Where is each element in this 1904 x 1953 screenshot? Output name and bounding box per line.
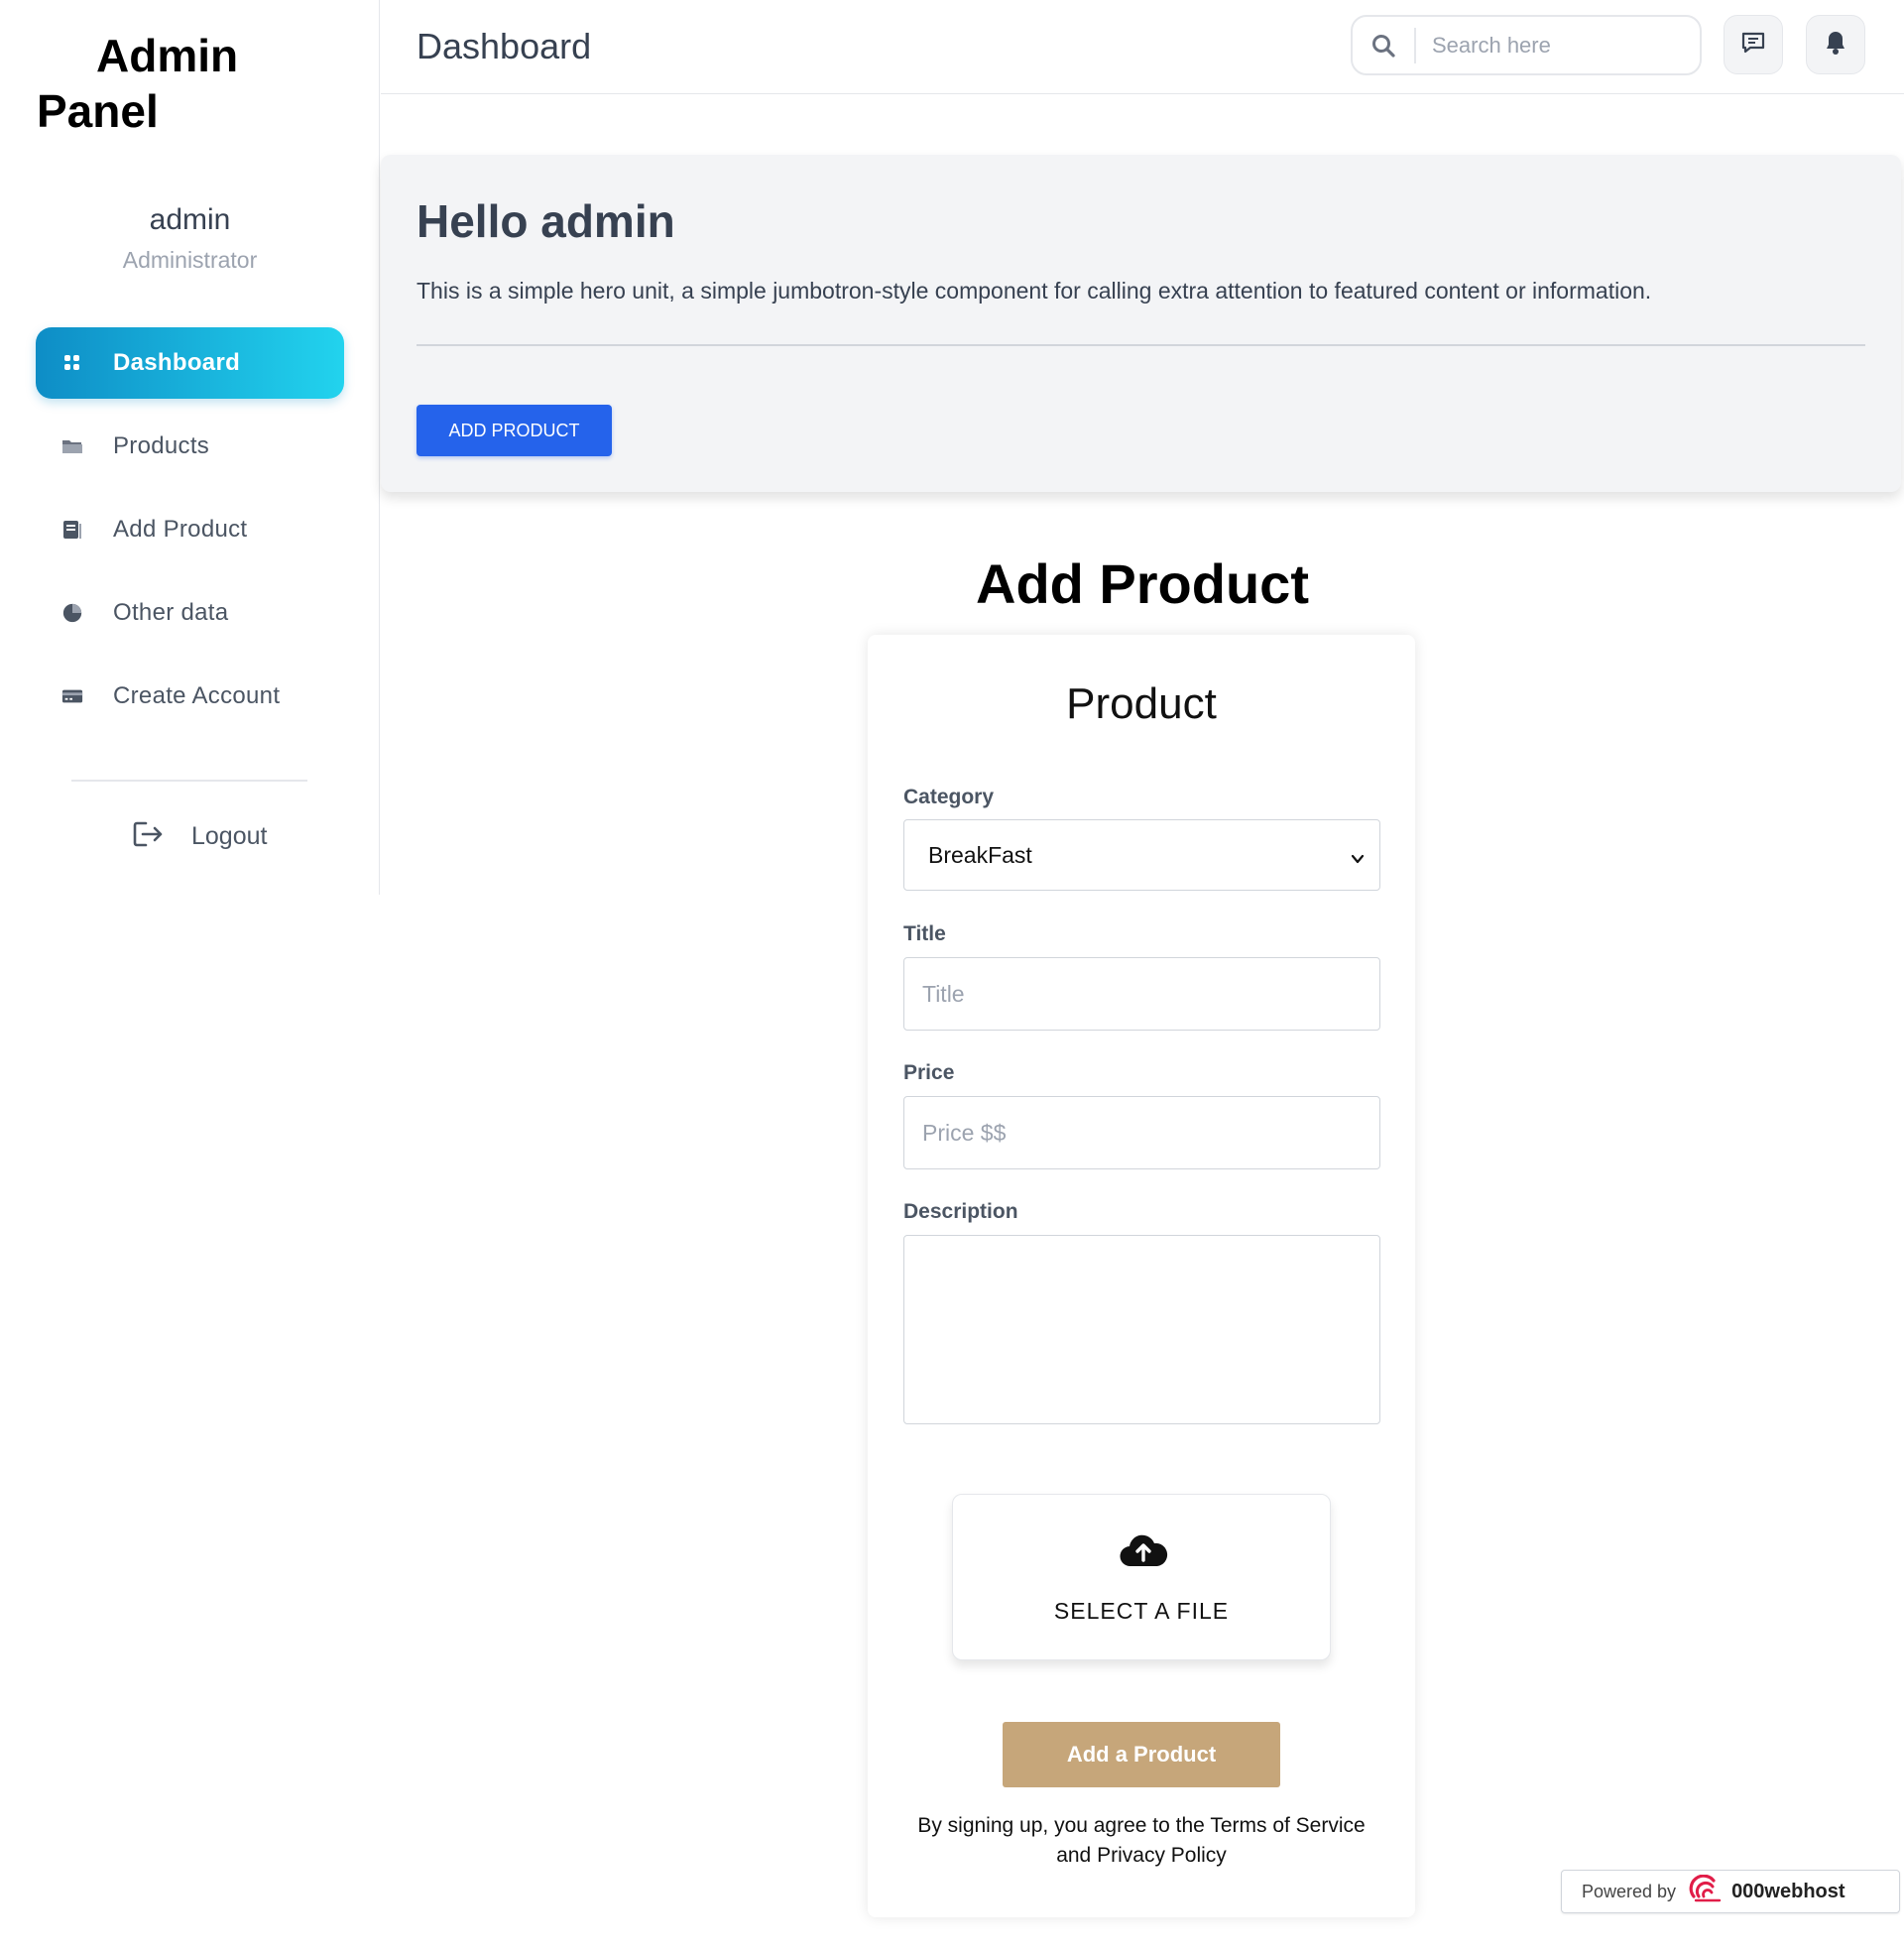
credit-card-icon: [61, 685, 83, 707]
user-role: Administrator: [122, 247, 258, 273]
submit-product-button[interactable]: Add a Product: [1003, 1722, 1280, 1787]
terms-text: By signing up, you agree to the Terms of…: [897, 1811, 1385, 1871]
cloud-upload-icon: [1119, 1532, 1168, 1573]
sidebar-item-label: Add Product: [113, 516, 248, 543]
user-name: admin: [149, 203, 231, 236]
price-label: Price: [903, 1061, 955, 1084]
brand-line-2: Panel: [37, 85, 159, 137]
category-label: Category: [903, 786, 995, 808]
messages-button[interactable]: [1724, 15, 1783, 74]
sidebar-item-label: Create Account: [113, 682, 281, 709]
terms-and: and: [1056, 1844, 1092, 1867]
sidebar-item-create-account[interactable]: Create Account: [36, 661, 344, 732]
webhost-brand: 000webhost: [1731, 1880, 1845, 1902]
hero-divider: [416, 344, 1865, 346]
sidebar-item-label: Dashboard: [113, 349, 241, 376]
brand-title: Admin Panel: [37, 28, 238, 139]
product-form-card: Product Category BreakFast Title Price D…: [868, 635, 1415, 1917]
sidebar-divider: [71, 780, 307, 782]
grid-icon: [61, 352, 83, 374]
logout-icon: [132, 819, 164, 854]
sidebar-item-label: Other data: [113, 599, 229, 626]
powered-by-label: Powered by: [1582, 1881, 1677, 1901]
bell-icon: [1824, 30, 1847, 61]
notifications-button[interactable]: [1806, 15, 1865, 74]
sidebar-item-dashboard[interactable]: Dashboard: [36, 327, 344, 399]
add-product-button[interactable]: ADD PRODUCT: [416, 405, 612, 456]
brand-line-1: Admin: [96, 30, 239, 81]
user-profile: admin Administrator: [0, 203, 380, 274]
upload-label: SELECT A FILE: [1053, 1598, 1230, 1624]
sidebar: Admin Panel admin Administrator Dashboar…: [0, 0, 380, 895]
sidebar-item-add-product[interactable]: Add Product: [36, 494, 344, 565]
sidebar-item-products[interactable]: Products: [36, 411, 344, 482]
logout-label: Logout: [191, 822, 268, 850]
document-icon: [61, 519, 83, 541]
description-label: Description: [903, 1200, 1018, 1223]
form-card-title: Product: [1066, 679, 1217, 728]
title-input[interactable]: [903, 957, 1380, 1031]
sidebar-item-label: Products: [113, 432, 210, 459]
file-upload-button[interactable]: SELECT A FILE: [952, 1494, 1331, 1660]
logout-button[interactable]: Logout: [132, 819, 267, 854]
category-select[interactable]: BreakFast: [903, 819, 1380, 891]
pie-chart-icon: [61, 602, 83, 624]
hero-text: This is a simple hero unit, a simple jum…: [416, 278, 1652, 304]
terms-of-service-link[interactable]: Terms of Service: [1210, 1814, 1365, 1837]
price-input[interactable]: [903, 1096, 1380, 1169]
page-title: Dashboard: [416, 26, 592, 66]
category-selected-value: BreakFast: [928, 841, 1032, 868]
search-box: [1351, 15, 1702, 75]
search-input[interactable]: [1432, 32, 1680, 59]
sidebar-item-other-data[interactable]: Other data: [36, 577, 344, 649]
chevron-down-icon: [1350, 846, 1366, 873]
privacy-policy-link[interactable]: Privacy Policy: [1097, 1844, 1227, 1867]
hero-jumbotron: Hello admin This is a simple hero unit, …: [381, 155, 1901, 492]
top-header: Dashboard: [381, 0, 1904, 94]
terms-prefix: By signing up, you agree to the: [917, 1814, 1205, 1837]
chat-icon: [1740, 30, 1766, 61]
hero-heading: Hello admin: [416, 195, 675, 247]
add-product-heading: Add Product: [976, 552, 1309, 615]
folder-icon: [61, 435, 83, 457]
title-label: Title: [903, 922, 946, 945]
search-icon[interactable]: [1353, 27, 1416, 63]
powered-by-badge[interactable]: Powered by 000webhost: [1561, 1870, 1900, 1913]
webhost-logo-icon: [1688, 1874, 1724, 1909]
description-textarea[interactable]: [903, 1235, 1380, 1424]
sidebar-nav: Dashboard Products Add Product Other dat…: [36, 327, 344, 744]
